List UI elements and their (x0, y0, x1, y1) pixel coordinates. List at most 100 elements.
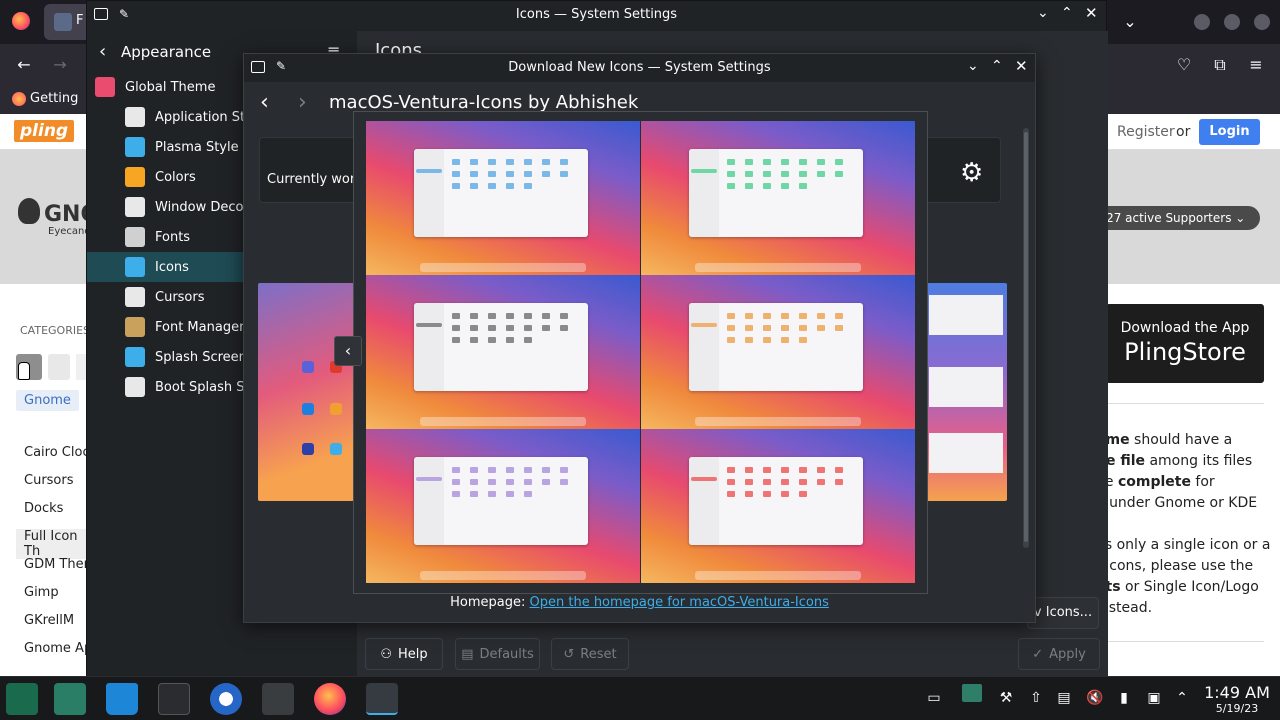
forward-arrow-icon[interactable]: → (48, 53, 72, 77)
window-decorations-icon (125, 197, 145, 217)
gnome-subtitle: Eyecand (48, 226, 91, 237)
store-icon[interactable] (106, 683, 138, 715)
defaults-icon: ▤ (461, 646, 474, 662)
pling-logo[interactable]: pling (14, 120, 75, 142)
battery-icon[interactable]: ▮ (1116, 690, 1132, 706)
network-monitor-icon[interactable] (962, 684, 982, 702)
minimize-icon[interactable]: ⌄ (1037, 5, 1049, 21)
thumbnail-left[interactable] (258, 283, 354, 501)
sidebar-item-label: Cursors (155, 289, 205, 305)
reset-button[interactable]: ↺ Reset (551, 638, 629, 670)
thumb-window (929, 367, 1003, 407)
folder-icon (763, 171, 771, 177)
menu-hamburger-icon[interactable]: ≡ (1244, 53, 1268, 77)
dialog-forward-icon[interactable]: › (298, 90, 307, 115)
close-window-button[interactable] (1254, 14, 1270, 30)
defaults-button[interactable]: ▤ Defaults (455, 638, 540, 670)
system-settings-task-icon[interactable] (366, 683, 398, 715)
sidebar-selection (416, 477, 442, 481)
clipboard-icon[interactable]: ▤ (1056, 690, 1072, 706)
selected-category-chip[interactable]: Gnome (16, 390, 79, 411)
previous-image-button[interactable]: ‹ (334, 336, 362, 366)
close-icon[interactable]: ✕ (1085, 4, 1098, 22)
supporters-button[interactable]: s 27 active Supporters ⌄ (1090, 206, 1260, 230)
bookmark-getting-started[interactable]: Getting (12, 91, 78, 106)
category-item[interactable]: Gnome Ap (24, 641, 92, 656)
apply-check-icon: ✓ (1032, 646, 1044, 662)
homepage-link[interactable]: Open the homepage for macOS-Ventura-Icon… (530, 595, 829, 610)
category-item[interactable]: Cursors (24, 473, 74, 488)
folder-icon (542, 159, 550, 165)
dialog-close-icon[interactable]: ✕ (1015, 57, 1028, 75)
folder-icon (524, 325, 532, 331)
folder-icon (452, 159, 460, 165)
firefox-task-icon[interactable] (314, 683, 346, 715)
show-desktop-icon[interactable]: ▭ (926, 690, 942, 706)
category-item[interactable]: Docks (24, 501, 63, 516)
folder-icon (506, 479, 514, 485)
preview-screenshot (641, 275, 915, 429)
category-forward-button[interactable] (48, 354, 70, 380)
description-line: ns only a single icon or a (1096, 537, 1271, 553)
minimize-window-button[interactable] (1194, 14, 1210, 30)
volume-muted-icon[interactable]: 🔇 (1086, 690, 1103, 706)
list-all-tabs-icon[interactable]: ⌄ (1118, 10, 1142, 34)
preview-screenshot (366, 275, 640, 429)
input-method-icon[interactable]: ⚒ (998, 690, 1014, 706)
global-theme-icon (95, 77, 115, 97)
folder-icon (799, 491, 807, 497)
folder-icon (763, 183, 771, 189)
back-chevron-icon[interactable]: ‹ (99, 41, 106, 62)
dialog-minimize-icon[interactable]: ⌄ (967, 58, 979, 74)
folder-icon (488, 313, 496, 319)
folder-icon (470, 491, 478, 497)
updates-icon[interactable]: ⇧ (1028, 690, 1044, 706)
folder-icon (763, 325, 771, 331)
extensions-icon[interactable]: ⧉ (1208, 53, 1232, 77)
category-item[interactable]: Gimp (24, 585, 59, 600)
terminal-icon[interactable] (262, 683, 294, 715)
network-icon[interactable]: ▣ (1146, 690, 1162, 706)
folder-icon (799, 467, 807, 473)
maximize-icon[interactable]: ⌃ (1061, 5, 1073, 21)
clock[interactable]: 1:49 AM 5/19/23 (1196, 683, 1278, 715)
folder-icon (781, 159, 789, 165)
category-item[interactable]: Full Icon Th (16, 529, 86, 559)
dock (420, 417, 586, 426)
back-arrow-icon[interactable]: ← (12, 53, 36, 77)
folder-icon (763, 313, 771, 319)
folder-icon (727, 325, 735, 331)
dialog-back-icon[interactable]: ‹ (260, 90, 269, 115)
tray-expand-icon[interactable]: ⌃ (1174, 690, 1190, 706)
plingstore-box[interactable]: Download the App PlingStore (1106, 304, 1264, 383)
category-item[interactable]: GKrellM (24, 613, 74, 628)
folder-icon (763, 479, 771, 485)
sidebar-item-label: Splash Screen (155, 349, 247, 365)
apply-button[interactable]: ✓ Apply (1018, 638, 1100, 670)
folder-icon (560, 467, 568, 473)
thumb-app-icon (330, 443, 342, 455)
firefox-logo-icon[interactable] (12, 12, 30, 30)
preview-overlay[interactable] (353, 111, 928, 594)
folder-icon (506, 337, 514, 343)
thumbnail-right[interactable] (927, 283, 1007, 501)
pocket-icon[interactable]: ♡ (1172, 53, 1196, 77)
maximize-window-button[interactable] (1224, 14, 1240, 30)
folder-icon (727, 491, 735, 497)
help-button[interactable]: ⚇ Help (365, 638, 443, 670)
dock (695, 571, 861, 580)
category-search-input[interactable] (76, 354, 86, 380)
application-launcher-icon[interactable] (6, 683, 38, 715)
description-line: ne file among its files (1096, 453, 1253, 469)
chromium-icon[interactable] (210, 683, 242, 715)
get-new-icons-button[interactable]: v Icons... (1027, 597, 1099, 629)
settings-gear-icon[interactable]: ⚙ (960, 158, 983, 188)
dialog-maximize-icon[interactable]: ⌃ (991, 58, 1003, 74)
scroll-handle[interactable] (1024, 132, 1028, 542)
file-manager-icon[interactable] (54, 683, 86, 715)
register-link[interactable]: Register (1117, 124, 1175, 140)
kde-connect-icon[interactable] (158, 683, 190, 715)
login-button[interactable]: Login (1199, 119, 1260, 145)
sidebar-selection (691, 477, 717, 481)
dialog-titlebar: ✎ Download New Icons — System Settings ⌄… (244, 54, 1035, 82)
